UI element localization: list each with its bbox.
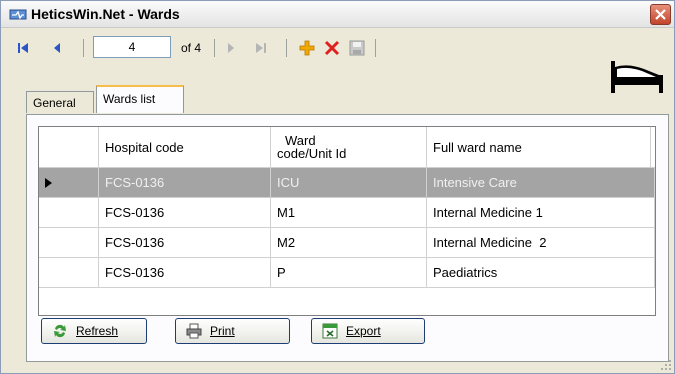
toolbar-separator (214, 39, 215, 57)
column-header-ward-code[interactable]: Ward code/Unit Id (271, 127, 427, 167)
wards-grid: Hospital code Ward code/Unit Id Full war… (38, 126, 656, 316)
last-record-icon[interactable] (253, 40, 269, 56)
print-button-label: Print (210, 324, 235, 338)
export-button-label: Export (346, 324, 381, 338)
record-navigator: of 4 (9, 34, 419, 64)
cell-full-ward-name[interactable]: Intensive Care (427, 168, 655, 197)
row-header-corner (39, 127, 99, 167)
cell-full-ward-name[interactable]: Paediatrics (427, 258, 655, 287)
wards-list-panel: Hospital code Ward code/Unit Id Full war… (26, 114, 669, 362)
toolbar-separator (375, 39, 376, 57)
cell-hospital-code[interactable]: FCS-0136 (99, 198, 271, 227)
cell-hospital-code[interactable]: FCS-0136 (99, 168, 271, 197)
window-title: HeticsWin.Net - Wards (31, 6, 180, 22)
printer-icon (186, 323, 202, 339)
tab-general-label: General (33, 96, 76, 110)
row-selector[interactable] (39, 228, 99, 257)
refresh-button-label: Refresh (76, 324, 119, 338)
previous-record-icon[interactable] (49, 40, 65, 56)
cell-ward-code[interactable]: M1 (271, 198, 427, 227)
row-selector[interactable] (39, 258, 99, 287)
add-record-icon[interactable] (299, 40, 315, 56)
cell-ward-code[interactable]: M2 (271, 228, 427, 257)
cell-full-ward-name[interactable]: Internal Medicine 2 (427, 228, 655, 257)
column-header-full-ward-name[interactable]: Full ward name (427, 127, 651, 167)
bed-icon (611, 61, 663, 93)
cell-hospital-code[interactable]: FCS-0136 (99, 228, 271, 257)
table-row[interactable]: FCS-0136 P Paediatrics (39, 258, 655, 288)
wards-window: HeticsWin.Net - Wards of 4 (0, 0, 675, 374)
next-record-icon[interactable] (223, 40, 239, 56)
title-bar: HeticsWin.Net - Wards (1, 1, 674, 28)
row-selector[interactable] (39, 198, 99, 227)
tab-wards-list[interactable]: Wards list (96, 85, 184, 113)
table-row[interactable]: FCS-0136 M1 Internal Medicine 1 (39, 198, 655, 228)
cell-ward-code[interactable]: P (271, 258, 427, 287)
print-button[interactable]: Print (175, 318, 290, 344)
export-icon (322, 323, 338, 339)
refresh-button[interactable]: Refresh (41, 318, 147, 344)
refresh-icon (54, 324, 66, 338)
close-icon (655, 9, 666, 20)
app-icon (9, 9, 27, 20)
table-row[interactable]: FCS-0136 M2 Internal Medicine 2 (39, 228, 655, 258)
toolbar-separator (286, 39, 287, 57)
grid-header-row: Hospital code Ward code/Unit Id Full war… (39, 127, 655, 168)
tab-wards-list-label: Wards list (103, 92, 156, 106)
close-button[interactable] (650, 4, 671, 25)
column-header-ward-line-2: code/Unit Id (277, 146, 347, 161)
first-record-icon[interactable] (15, 40, 31, 56)
cell-ward-code[interactable]: ICU (271, 168, 427, 197)
cell-full-ward-name[interactable]: Internal Medicine 1 (427, 198, 655, 227)
table-row[interactable]: FCS-0136 ICU Intensive Care (39, 168, 655, 198)
delete-record-icon[interactable] (324, 40, 340, 56)
current-row-icon (45, 178, 52, 188)
export-button[interactable]: Export (311, 318, 425, 344)
cell-hospital-code[interactable]: FCS-0136 (99, 258, 271, 287)
record-count-label: of 4 (181, 41, 202, 55)
record-position-input[interactable] (93, 36, 171, 58)
column-header-hospital-code[interactable]: Hospital code (99, 127, 271, 167)
tab-general[interactable]: General (26, 91, 94, 113)
row-selector[interactable] (39, 168, 99, 197)
toolbar-separator (83, 39, 84, 57)
resize-grip-icon[interactable] (660, 359, 672, 371)
save-record-icon[interactable] (349, 40, 365, 56)
